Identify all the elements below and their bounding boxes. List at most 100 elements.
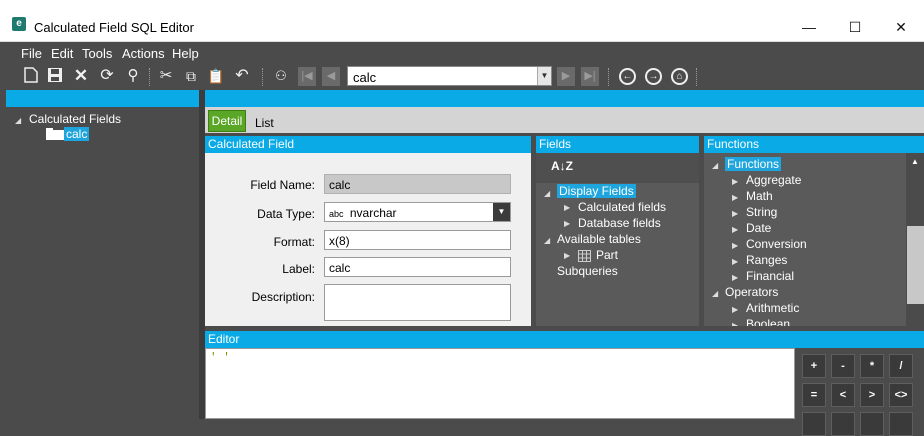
last-record-icon[interactable]: ▶|	[581, 67, 599, 86]
op-minus-button[interactable]: -	[831, 354, 855, 378]
label-label: Label:	[282, 262, 315, 276]
op-multiply-button[interactable]: *	[860, 354, 884, 378]
function-date[interactable]: Date	[746, 221, 771, 235]
operator-boolean[interactable]: Boolean	[746, 318, 790, 326]
field-name-input[interactable]: calc	[324, 174, 511, 194]
menu-bar: File Edit Tools Actions Help	[0, 42, 924, 64]
collapsed-icon[interactable]: ▶	[732, 193, 738, 202]
collapsed-icon[interactable]: ▶	[732, 257, 738, 266]
collapsed-icon[interactable]: ▶	[732, 305, 738, 314]
chevron-down-icon[interactable]: ▼	[537, 67, 551, 85]
database-fields-node[interactable]: Database fields	[578, 216, 661, 230]
op-greater-button[interactable]: >	[860, 383, 884, 407]
collapsed-icon[interactable]: ▶	[564, 203, 570, 212]
scroll-up-icon[interactable]: ▲	[911, 157, 919, 166]
previous-record-icon[interactable]: ◀	[322, 67, 340, 86]
functions-node[interactable]: Functions	[725, 157, 782, 171]
operators-node[interactable]: Operators	[725, 285, 778, 299]
minimize-button[interactable]: —	[786, 12, 832, 42]
window-title: Calculated Field SQL Editor	[34, 20, 194, 35]
copy-icon[interactable]: ⧉	[182, 67, 200, 85]
collapsed-icon[interactable]: ▶	[564, 251, 570, 260]
subqueries-node[interactable]: Subqueries	[557, 264, 618, 278]
tree-root-calculated-fields[interactable]: Calculated Fields	[29, 112, 121, 126]
expand-icon[interactable]: ◢	[712, 161, 718, 170]
paste-icon[interactable]: 📋	[207, 67, 225, 85]
description-input[interactable]	[324, 284, 511, 321]
refresh-icon[interactable]: ⟳	[98, 67, 116, 85]
function-conversion[interactable]: Conversion	[746, 237, 807, 251]
calculated-fields-node[interactable]: Calculated fields	[578, 200, 666, 214]
tab-list[interactable]: List	[255, 116, 274, 130]
menu-actions[interactable]: Actions	[122, 46, 165, 61]
new-icon[interactable]	[22, 67, 40, 85]
menu-tools[interactable]: Tools	[82, 46, 112, 61]
maximize-button[interactable]: ☐	[832, 12, 878, 42]
collapsed-icon[interactable]: ▶	[732, 225, 738, 234]
binoculars-icon[interactable]: ⚇	[272, 67, 290, 85]
op-divide-button[interactable]: /	[889, 354, 913, 378]
title-bar: e Calculated Field SQL Editor — ☐ ✕	[0, 0, 924, 42]
display-fields-node[interactable]: Display Fields	[557, 184, 636, 198]
expand-icon[interactable]: ◢	[544, 236, 550, 245]
function-string[interactable]: String	[746, 205, 777, 219]
op-button[interactable]	[860, 412, 884, 436]
collapsed-icon[interactable]: ▶	[732, 177, 738, 186]
function-financial[interactable]: Financial	[746, 269, 794, 283]
sort-az-icon[interactable]: A↓Z	[551, 159, 573, 173]
op-plus-button[interactable]: +	[802, 354, 826, 378]
expand-icon[interactable]: ◢	[15, 116, 21, 125]
format-input[interactable]: x(8)	[324, 230, 511, 250]
record-combo-value: calc	[353, 70, 377, 85]
delete-icon[interactable]: ✕	[72, 67, 90, 85]
function-aggregate[interactable]: Aggregate	[746, 173, 801, 187]
collapsed-icon[interactable]: ▶	[732, 241, 738, 250]
format-value: x(8)	[329, 234, 350, 248]
collapsed-icon[interactable]: ▶	[732, 321, 738, 326]
menu-file[interactable]: File	[21, 46, 42, 61]
operator-arithmetic[interactable]: Arithmetic	[746, 301, 799, 315]
undo-icon[interactable]: ↶	[233, 67, 251, 85]
op-button[interactable]	[831, 412, 855, 436]
calculated-field-header: Calculated Field	[205, 136, 531, 153]
part-table-node[interactable]: Part	[596, 248, 618, 262]
tab-strip: Detail List	[205, 107, 924, 133]
op-less-button[interactable]: <	[831, 383, 855, 407]
save-icon[interactable]	[46, 67, 64, 85]
forward-icon[interactable]: →	[645, 68, 662, 85]
op-not-equal-button[interactable]: <>	[889, 383, 913, 407]
op-equals-button[interactable]: =	[802, 383, 826, 407]
clear-icon[interactable]: ⚲	[124, 67, 142, 85]
toolbar-separator	[149, 68, 150, 86]
menu-edit[interactable]: Edit	[51, 46, 73, 61]
op-button[interactable]	[802, 412, 826, 436]
op-button[interactable]	[889, 412, 913, 436]
next-record-icon[interactable]: ▶	[557, 67, 575, 86]
label-input[interactable]: calc	[324, 257, 511, 277]
collapsed-icon[interactable]: ▶	[732, 209, 738, 218]
tab-detail[interactable]: Detail	[208, 110, 246, 132]
collapsed-icon[interactable]: ▶	[732, 273, 738, 282]
home-icon[interactable]: ⌂	[671, 68, 688, 85]
tree-item-calc[interactable]: calc	[64, 127, 90, 141]
expand-icon[interactable]: ◢	[544, 189, 550, 198]
cut-icon[interactable]: ✂	[157, 67, 175, 85]
collapsed-icon[interactable]: ▶	[564, 219, 570, 228]
expand-icon[interactable]: ◢	[712, 289, 718, 298]
close-button[interactable]: ✕	[878, 12, 924, 42]
function-math[interactable]: Math	[746, 189, 773, 203]
fields-toolbar: A↓Z	[536, 153, 699, 183]
function-ranges[interactable]: Ranges	[746, 253, 787, 267]
tree-header-bar	[6, 90, 199, 107]
record-combo[interactable]: calc ▼	[347, 66, 552, 86]
label-value: calc	[329, 261, 351, 275]
first-record-icon[interactable]: |◀	[298, 67, 316, 86]
menu-help[interactable]: Help	[172, 46, 199, 61]
back-icon[interactable]: ←	[619, 68, 636, 85]
content-header-bar	[205, 90, 924, 107]
scrollbar-thumb[interactable]	[907, 226, 924, 304]
chevron-down-icon[interactable]: ▼	[493, 203, 510, 221]
sql-editor[interactable]: ' '	[205, 348, 795, 419]
data-type-select[interactable]: abc nvarchar ▼	[324, 202, 511, 222]
available-tables-node[interactable]: Available tables	[557, 232, 641, 246]
